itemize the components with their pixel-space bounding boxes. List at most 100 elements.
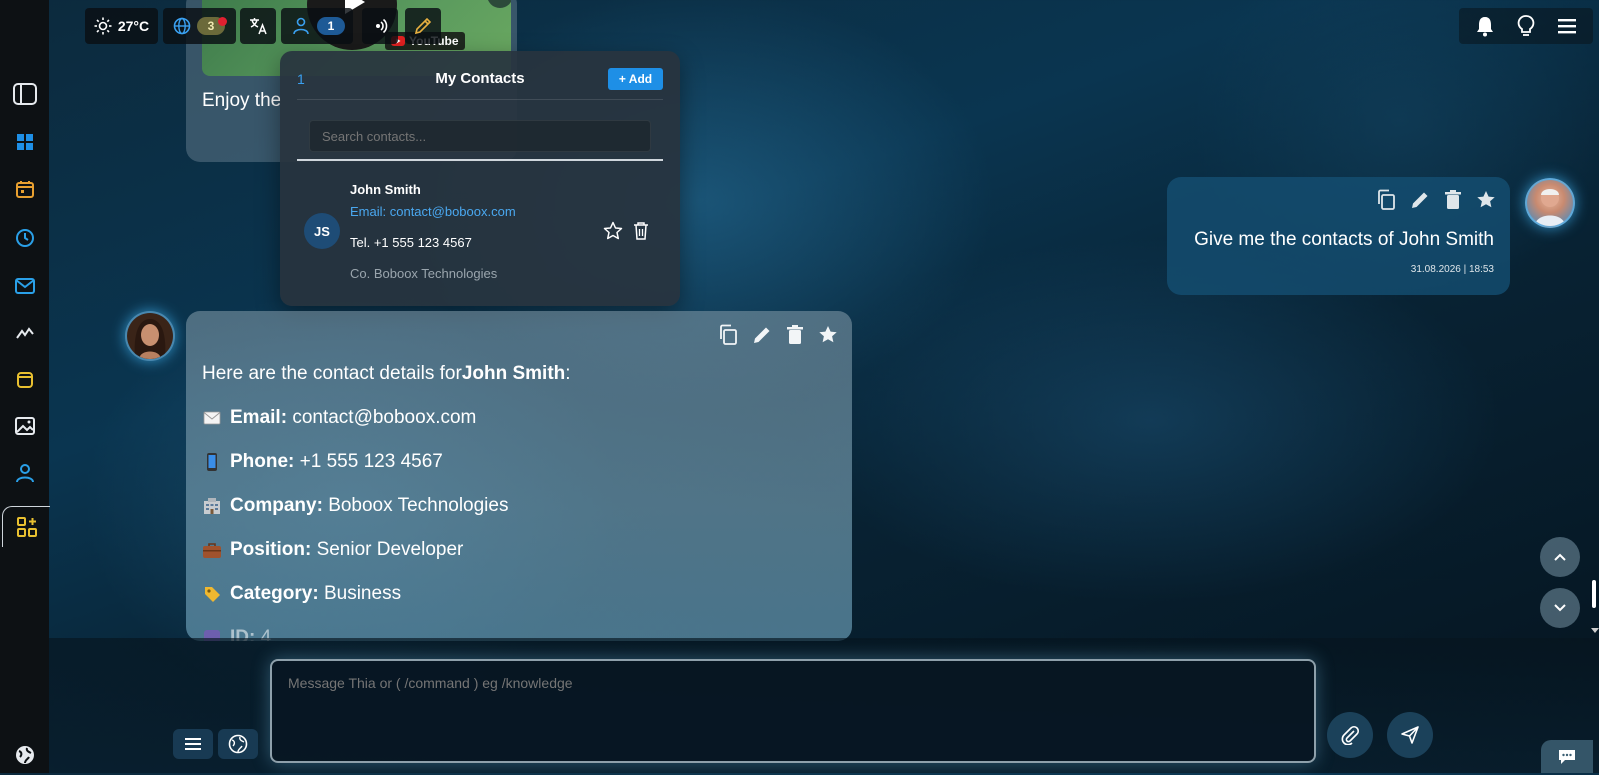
image-icon[interactable] [0,406,49,446]
scrollbar-thumb[interactable] [1592,580,1596,608]
chat-bubble-icon [1559,749,1575,764]
analytics-icon[interactable] [0,313,49,353]
pencil-icon[interactable] [1410,189,1430,211]
mail-icon[interactable] [0,266,49,306]
globe-icon[interactable] [0,735,49,775]
contact-email[interactable]: Email: contact@boboox.com [350,204,516,219]
copy-icon[interactable] [718,324,738,346]
user-message: Give me the contacts of John Smith 31.08… [1167,177,1510,295]
email-label: Email: [230,407,288,428]
phone-label: Phone: [230,451,295,472]
intro-contact-name: John Smith [461,363,566,384]
users-widget[interactable]: 1 [281,8,353,44]
calendar-icon[interactable] [0,169,49,209]
divider [297,99,663,100]
category-line: Category: Business [202,583,401,605]
top-right-toolbar [1459,8,1593,44]
company-value: Boboox Technologies [328,495,509,516]
message-actions [718,324,838,346]
language-widget[interactable]: 3 [163,8,236,44]
contact-name: John Smith [350,182,421,197]
trash-outline-icon[interactable] [633,221,649,241]
expand-icon[interactable] [487,0,511,8]
user-message-text: Give me the contacts of John Smith [1194,229,1494,250]
left-sidebar [0,0,50,775]
scroll-up-button[interactable] [1540,537,1580,577]
pencil-icon [414,17,432,35]
star-outline-icon[interactable] [603,221,623,241]
lightbulb-icon[interactable] [1516,14,1536,38]
globe-outline-icon [173,17,191,35]
position-label: Position: [230,539,312,560]
apps-icon[interactable] [2,506,50,547]
trash-icon[interactable] [1444,189,1462,211]
trash-icon[interactable] [786,324,804,346]
temperature: 27°C [117,18,150,34]
star-icon[interactable] [1476,189,1496,211]
notification-dot [218,17,227,26]
paperclip-icon [1341,725,1360,745]
scroll-down-button[interactable] [1540,588,1580,628]
intro-colon: : [565,363,571,384]
contact-avatar: JS [304,213,340,249]
chevron-down-icon [1554,604,1566,612]
translate-button[interactable] [240,8,276,44]
assistant-intro: Here are the contact details for John Sm… [202,363,571,385]
contacts-panel: 1 My Contacts + Add JS John Smith Email:… [280,51,680,306]
category-label: Category: [230,583,319,604]
company-label: Company: [230,495,323,516]
dashboard-icon[interactable] [0,122,49,162]
email-line: Email: contact@boboox.com [202,407,476,429]
edit-button[interactable] [405,8,441,44]
position-value: Senior Developer [316,539,464,560]
people-badge: 1 [317,17,345,35]
web-search-button[interactable] [218,729,258,759]
video-preview-text: Enjoy the [202,90,282,111]
attach-button[interactable] [1327,712,1373,758]
phone-value: +1 555 123 4567 [299,451,443,472]
message-timestamp: 31.08.2026 | 18:53 [1410,264,1494,275]
phone-line: Phone: +1 555 123 4567 [202,451,443,473]
contact-phone: Tel. +1 555 123 4567 [350,235,472,250]
chat-widget-button[interactable] [1541,740,1593,773]
message-actions [1376,189,1496,211]
scrollbar-down-arrow[interactable] [1591,628,1599,633]
message-input[interactable] [272,661,1314,761]
tag-emoji [202,584,222,604]
chevron-up-icon [1554,553,1566,561]
bell-icon[interactable] [1475,15,1495,37]
broadcast-icon [376,18,388,34]
envelope-emoji [202,408,222,428]
office-emoji [202,496,222,516]
toggle-sidebar-icon[interactable] [0,74,49,114]
star-icon[interactable] [818,324,838,346]
user-avatar[interactable] [1525,178,1575,228]
translate-icon [250,18,267,35]
category-value: Business [323,583,402,604]
pencil-icon[interactable] [752,324,772,346]
copy-icon[interactable] [1376,189,1396,211]
hamburger-icon [185,738,201,750]
phone-emoji [202,452,222,472]
intro-text: Here are the contact details for [202,363,462,384]
message-composer[interactable] [270,659,1316,763]
send-button[interactable] [1387,712,1433,758]
notes-icon[interactable] [0,360,49,400]
weather-widget[interactable]: 27°C [85,8,158,44]
contact-search-input[interactable] [309,120,651,152]
add-contact-button[interactable]: + Add [608,68,663,90]
menu-button[interactable] [173,729,213,759]
contacts-icon[interactable] [0,453,49,493]
user-icon [293,17,309,35]
globe-icon [228,734,248,754]
menu-icon[interactable] [1557,17,1577,35]
search-underline [297,159,663,161]
email-value: contact@boboox.com [292,407,477,428]
clock-icon[interactable] [0,218,49,258]
briefcase-emoji [202,540,222,560]
assistant-avatar[interactable] [125,311,175,361]
podcast-button[interactable] [362,8,398,44]
send-icon [1401,726,1419,744]
position-line: Position: Senior Developer [202,539,463,561]
contact-company: Co. Boboox Technologies [350,266,498,281]
